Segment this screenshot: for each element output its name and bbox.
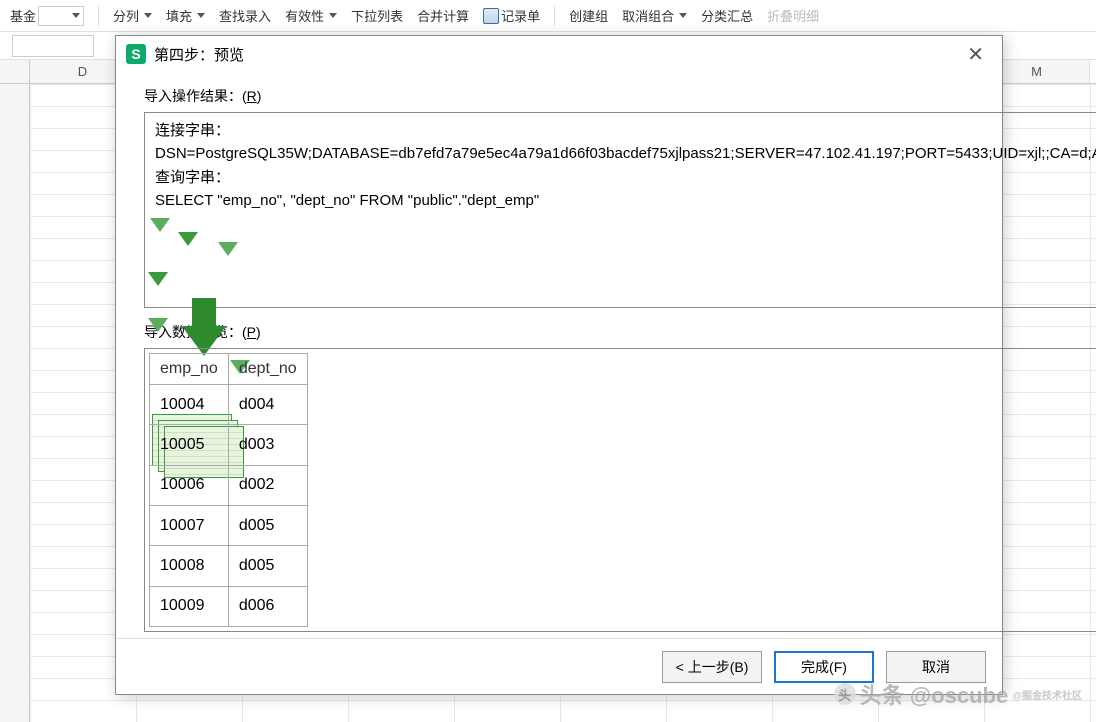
ribbon-toolbar: 基金 分列 填充 查找录入 有效性 下拉列表 合并计算 记录单 创建组 取消组合… — [0, 0, 1096, 32]
toolbar-label: 分列 — [113, 6, 139, 25]
result-label: 导入操作结果：(R) — [144, 86, 1096, 106]
close-button[interactable]: ✕ — [959, 38, 992, 71]
watermark-sub: @掘金技术社区 — [1012, 687, 1082, 702]
split-columns-button[interactable]: 分列 — [107, 4, 158, 27]
ungroup-button[interactable]: 取消组合 — [616, 4, 693, 27]
dialog-titlebar: S 第四步：预览 ✕ — [116, 36, 1002, 72]
select-all-corner[interactable] — [0, 60, 30, 83]
table-row[interactable]: 10007d005 — [150, 505, 308, 545]
row-headers — [0, 84, 30, 722]
toolbar-label: 下拉列表 — [351, 6, 403, 25]
preview-header-row: 导入数据预览：(P) ✓ 仅显示开始50条数据(H) — [144, 322, 1096, 342]
toolbar-label: 记录单 — [501, 6, 540, 25]
prev-button[interactable]: < 上一步(B) — [662, 651, 762, 683]
wps-logo-icon: S — [126, 44, 146, 64]
watermark-text: 头条 @oscube — [860, 678, 1009, 710]
dialog-body: 导入操作结果：(R) 连接字串： DSN=PostgreSQL35W;DATAB… — [116, 72, 1002, 638]
cell-emp-no: 10008 — [150, 546, 229, 586]
cell-dept-no: d006 — [228, 586, 307, 626]
record-sheet-button[interactable]: 记录单 — [477, 4, 546, 27]
fund-dropdown-box[interactable] — [38, 6, 84, 26]
cell-emp-no: 10004 — [150, 385, 229, 425]
table-row[interactable]: 10004d004 — [150, 385, 308, 425]
table-row[interactable]: 10009d006 — [150, 586, 308, 626]
subtotal-button[interactable]: 分类汇总 — [695, 4, 759, 27]
validity-button[interactable]: 有效性 — [279, 4, 343, 27]
cell-emp-no: 10009 — [150, 586, 229, 626]
fund-button[interactable]: 基金 — [4, 4, 90, 28]
chevron-down-icon — [329, 13, 337, 18]
dialog-main-column: 导入操作结果：(R) 连接字串： DSN=PostgreSQL35W;DATAB… — [144, 78, 1096, 632]
table-row[interactable]: 10005d003 — [150, 425, 308, 465]
find-import-button[interactable]: 查找录入 — [213, 4, 277, 27]
dropdown-list-button[interactable]: 下拉列表 — [345, 4, 409, 27]
cell-dept-no: d003 — [228, 425, 307, 465]
toolbar-label: 填充 — [166, 6, 192, 25]
record-sheet-icon — [483, 8, 499, 24]
col-header-emp-no: emp_no — [150, 354, 229, 385]
cell-emp-no: 10006 — [150, 465, 229, 505]
chevron-down-icon — [144, 13, 152, 18]
cell-dept-no: d002 — [228, 465, 307, 505]
table-row[interactable]: 10006d002 — [150, 465, 308, 505]
create-group-button[interactable]: 创建组 — [563, 4, 614, 27]
toolbar-label: 有效性 — [285, 6, 324, 25]
arrow-down-icon — [218, 242, 238, 256]
arrow-down-icon — [148, 318, 168, 332]
arrow-down-icon — [178, 232, 198, 246]
toolbar-label: 查找录入 — [219, 6, 271, 25]
chevron-down-icon — [197, 13, 205, 18]
toolbar-label: 取消组合 — [622, 6, 674, 25]
fill-button[interactable]: 填充 — [160, 4, 211, 27]
preview-table: emp_no dept_no 10004d00410005d00310006d0… — [149, 353, 308, 627]
dialog-title-text: 第四步：预览 — [154, 44, 244, 65]
toolbar-label: 折叠明细 — [767, 6, 819, 25]
preview-data-box: emp_no dept_no 10004d00410005d00310006d0… — [144, 348, 1096, 632]
chevron-down-icon — [679, 13, 687, 18]
toolbar-label: 分类汇总 — [701, 6, 753, 25]
col-header-dept-no: dept_no — [228, 354, 307, 385]
watermark: 头 头条 @oscube @掘金技术社区 — [834, 678, 1082, 710]
collapse-detail-button: 折叠明细 — [761, 4, 825, 27]
watermark-icon: 头 — [834, 683, 856, 705]
arrow-down-icon — [148, 272, 168, 286]
chevron-down-icon — [72, 13, 80, 18]
preview-header-row: emp_no dept_no — [150, 354, 308, 385]
cell-dept-no: d004 — [228, 385, 307, 425]
toolbar-label: 创建组 — [569, 6, 608, 25]
import-wizard-dialog: S 第四步：预览 ✕ 导入操作结果：(R) 连接字串： DSN=PostgreS… — [115, 35, 1003, 695]
merge-calc-button[interactable]: 合并计算 — [411, 4, 475, 27]
cell-dept-no: d005 — [228, 505, 307, 545]
import-result-textbox[interactable]: 连接字串： DSN=PostgreSQL35W;DATABASE=db7efd7… — [144, 112, 1096, 308]
arrow-down-icon — [150, 218, 170, 232]
cell-emp-no: 10005 — [150, 425, 229, 465]
table-row[interactable]: 10008d005 — [150, 546, 308, 586]
toolbar-label: 基金 — [10, 6, 36, 25]
cell-emp-no: 10007 — [150, 505, 229, 545]
separator — [98, 6, 99, 26]
separator — [554, 6, 555, 26]
cell-dept-no: d005 — [228, 546, 307, 586]
name-box[interactable] — [12, 35, 94, 57]
toolbar-label: 合并计算 — [417, 6, 469, 25]
result-text: 连接字串： DSN=PostgreSQL35W;DATABASE=db7efd7… — [155, 119, 1096, 212]
